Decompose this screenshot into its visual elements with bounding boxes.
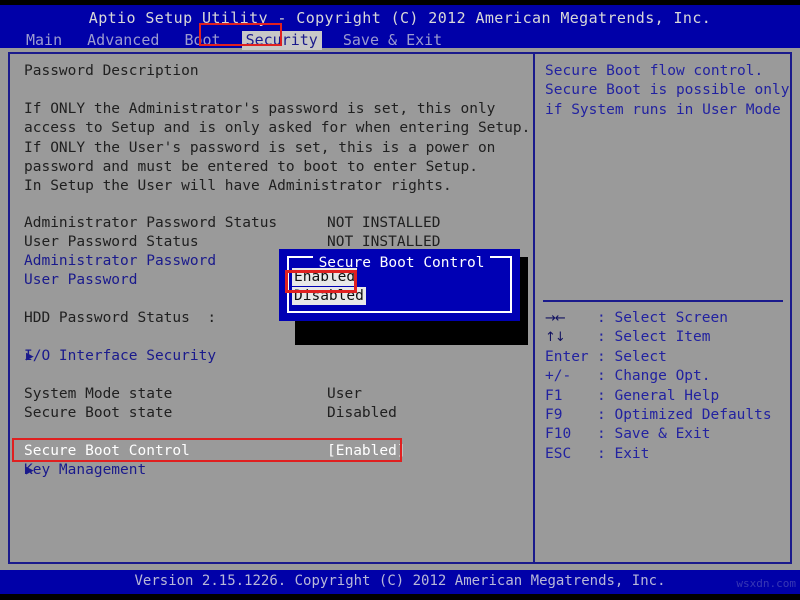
menu-tab-security[interactable]: Security (241, 31, 322, 50)
key-description: Save & Exit (614, 426, 711, 443)
key-name: +/- (545, 368, 572, 385)
password-description-heading: Password Description (24, 63, 199, 79)
setting-row-administrator-password[interactable]: Administrator Password (24, 252, 216, 271)
setting-label: Secure Boot Control (24, 443, 190, 459)
footer-bar: Version 2.15.1226. Copyright (C) 2012 Am… (0, 570, 800, 594)
setting-row-system-mode-state: System Mode state User (24, 385, 362, 404)
key-description: Change Opt. (614, 368, 711, 385)
key-separator: : (597, 406, 615, 423)
menu-tab-save-exit[interactable]: Save & Exit (339, 31, 446, 50)
popup-option-enabled[interactable]: Enabled (292, 268, 358, 286)
key-separator: : (597, 368, 615, 385)
app-title: Aptio Setup Utility - Copyright (C) 2012… (88, 9, 712, 27)
key-legend-change-opt: +/-: Change Opt. (545, 367, 772, 386)
setting-label: Administrator Password (24, 253, 217, 269)
key-name: Enter (545, 348, 589, 365)
setting-label: Administrator Password Status (24, 215, 278, 231)
popup-border: Secure Boot Control Enabled Disabled (287, 255, 512, 313)
key-separator: : (597, 387, 615, 404)
setting-row-key-management[interactable]: ▶ Key Management (24, 461, 146, 480)
key-description: General Help (614, 387, 720, 404)
key-description: Select Screen (614, 310, 728, 326)
setting-value: User (327, 386, 362, 402)
menu-bar[interactable]: Main Advanced Boot Security Save & Exit (22, 31, 446, 50)
header-bar: Aptio Setup Utility - Copyright (C) 2012… (0, 5, 800, 50)
key-legend-select-item: ↑↓: Select Item (545, 328, 772, 347)
menu-tab-advanced[interactable]: Advanced (83, 31, 163, 50)
key-separator: : (597, 310, 615, 326)
secure-boot-control-popup[interactable]: Secure Boot Control Enabled Disabled (279, 249, 520, 321)
menu-tab-boot[interactable]: Boot (180, 31, 224, 50)
menu-spacer (163, 31, 180, 50)
key-separator: : (597, 426, 615, 443)
help-text: Secure Boot flow control. Secure Boot is… (545, 63, 790, 118)
watermark: wsxdn.com (736, 577, 796, 590)
key-name: ESC (545, 445, 572, 462)
setting-label: Secure Boot state (24, 405, 173, 421)
setting-label: User Password (24, 272, 138, 288)
key-separator: : (597, 445, 615, 462)
key-name: F10 (545, 426, 572, 443)
setting-row-hdd-password-status: HDD Password Status : (24, 309, 216, 328)
version-text: Version 2.15.1226. Copyright (C) 2012 Am… (134, 573, 666, 589)
setting-row-i-o-interface-security[interactable]: ▶ I/O Interface Security (24, 347, 216, 366)
key-name: F9 (545, 406, 563, 423)
password-description-body: If ONLY the Administrator's password is … (24, 101, 531, 195)
key-name: F1 (545, 387, 563, 404)
key-legend-select-screen: →←: Select Screen (545, 309, 772, 328)
arrow-keys-icon: ↑↓ (545, 330, 566, 346)
key-separator: : (597, 329, 615, 346)
key-description: Select Item (614, 329, 711, 346)
menu-spacer (66, 31, 83, 50)
setting-label: System Mode state (24, 386, 173, 402)
setting-row-user-password-status: User Password Status NOT INSTALLED (24, 233, 441, 252)
setting-value: NOT INSTALLED (327, 215, 441, 231)
setting-row-secure-boot-control[interactable]: Secure Boot Control [Enabled] (24, 442, 406, 461)
bios-setup-screen: Aptio Setup Utility - Copyright (C) 2012… (0, 0, 800, 600)
popup-option-disabled[interactable]: Disabled (292, 287, 366, 305)
setting-row-user-password[interactable]: User Password (24, 271, 138, 290)
menu-spacer (322, 31, 339, 50)
key-legend-select: Enter: Select (545, 348, 772, 367)
key-description: Optimized Defaults (614, 406, 772, 423)
submenu-arrow-icon: ▶ (26, 349, 34, 364)
help-pane: Secure Boot flow control. Secure Boot is… (535, 54, 790, 562)
setting-label: HDD Password Status : (24, 310, 217, 326)
key-legend-general-help: F1: General Help (545, 387, 772, 406)
key-legend-save-exit: F10: Save & Exit (545, 425, 772, 444)
setting-label: Key Management (24, 462, 147, 478)
setting-row-administrator-password-status: Administrator Password Status NOT INSTALL… (24, 214, 441, 233)
setting-label: I/O Interface Security (24, 348, 217, 364)
setting-label: User Password Status (24, 234, 199, 250)
key-separator: : (597, 348, 615, 365)
bottom-black-strip (0, 594, 800, 600)
setting-row-secure-boot-state: Secure Boot state Disabled (24, 404, 397, 423)
key-legend-exit: ESC: Exit (545, 445, 772, 464)
key-description: Exit (614, 445, 650, 462)
key-description: Select (614, 348, 667, 365)
menu-tab-main[interactable]: Main (22, 31, 66, 50)
key-legend: →←: Select Screen ↑↓: Select Item Enter: S… (545, 309, 772, 464)
submenu-arrow-icon: ▶ (26, 463, 34, 478)
help-divider (543, 300, 783, 302)
menu-spacer (225, 31, 242, 50)
key-legend-optimized-defaults: F9: Optimized Defaults (545, 406, 772, 425)
arrow-keys-icon: →← (545, 311, 566, 326)
setting-value: [Enabled] (327, 443, 406, 459)
setting-value: Disabled (327, 405, 397, 421)
